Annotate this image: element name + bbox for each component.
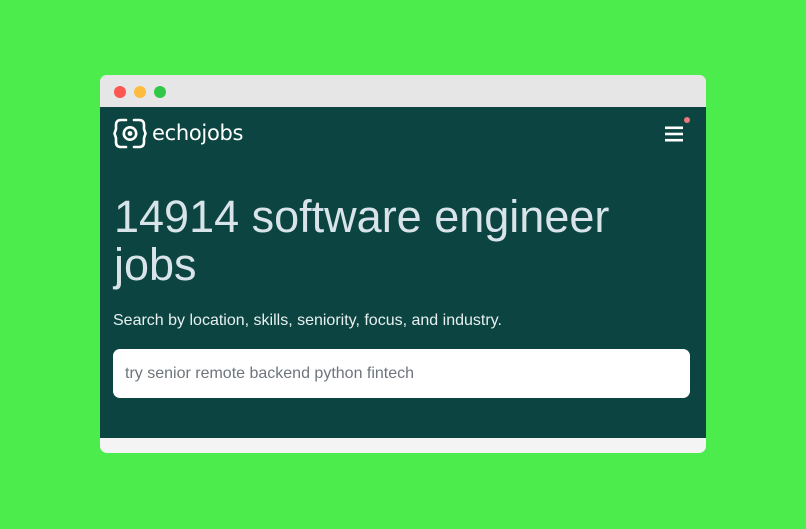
notification-dot xyxy=(684,117,690,123)
maximize-window-button[interactable] xyxy=(154,86,166,98)
browser-window: echojobs 14914 software engineer jobs Se… xyxy=(100,75,706,453)
hamburger-menu-icon[interactable] xyxy=(662,122,686,146)
minimize-window-button[interactable] xyxy=(134,86,146,98)
close-window-button[interactable] xyxy=(114,86,126,98)
echojobs-logo-icon xyxy=(113,117,147,150)
page-subtitle: Search by location, skills, seniority, f… xyxy=(113,312,502,329)
search-input[interactable] xyxy=(113,349,690,398)
window-titlebar xyxy=(100,75,706,107)
logo-text: echojobs xyxy=(152,121,244,145)
echojobs-logo[interactable]: echojobs xyxy=(113,117,243,150)
page-title: 14914 software engineer jobs xyxy=(114,191,610,290)
hero-section: echojobs 14914 software engineer jobs Se… xyxy=(100,107,706,438)
